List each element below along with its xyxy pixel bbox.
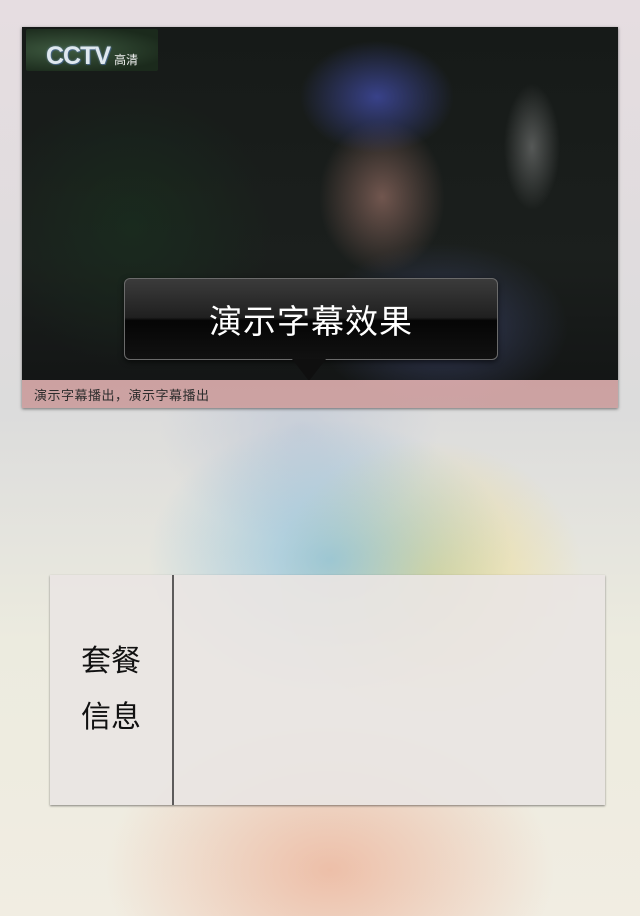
package-info-panel: 套餐 信息	[50, 575, 605, 805]
subtitle-bubble: 演示字幕效果	[124, 278, 498, 360]
subtitle-bubble-tail	[292, 359, 326, 381]
subtitle-ticker: 演示字幕播出，演示字幕播出	[22, 380, 618, 408]
channel-logo-brand: CCTV	[46, 42, 111, 70]
package-info-content	[176, 575, 605, 805]
subtitle-ticker-text: 演示字幕播出，演示字幕播出	[34, 388, 210, 404]
channel-logo-hd: 高清	[114, 53, 139, 67]
video-player[interactable]: CCTV 高清 演示字幕效果 演示字幕播出，演示字幕播出	[22, 27, 618, 408]
channel-logo: CCTV 高清	[26, 29, 158, 71]
package-info-label: 套餐 信息	[50, 575, 174, 805]
package-info-label-line1: 套餐	[81, 644, 141, 679]
package-info-label-line2: 信息	[81, 700, 141, 735]
subtitle-bubble-text: 演示字幕效果	[209, 302, 413, 341]
